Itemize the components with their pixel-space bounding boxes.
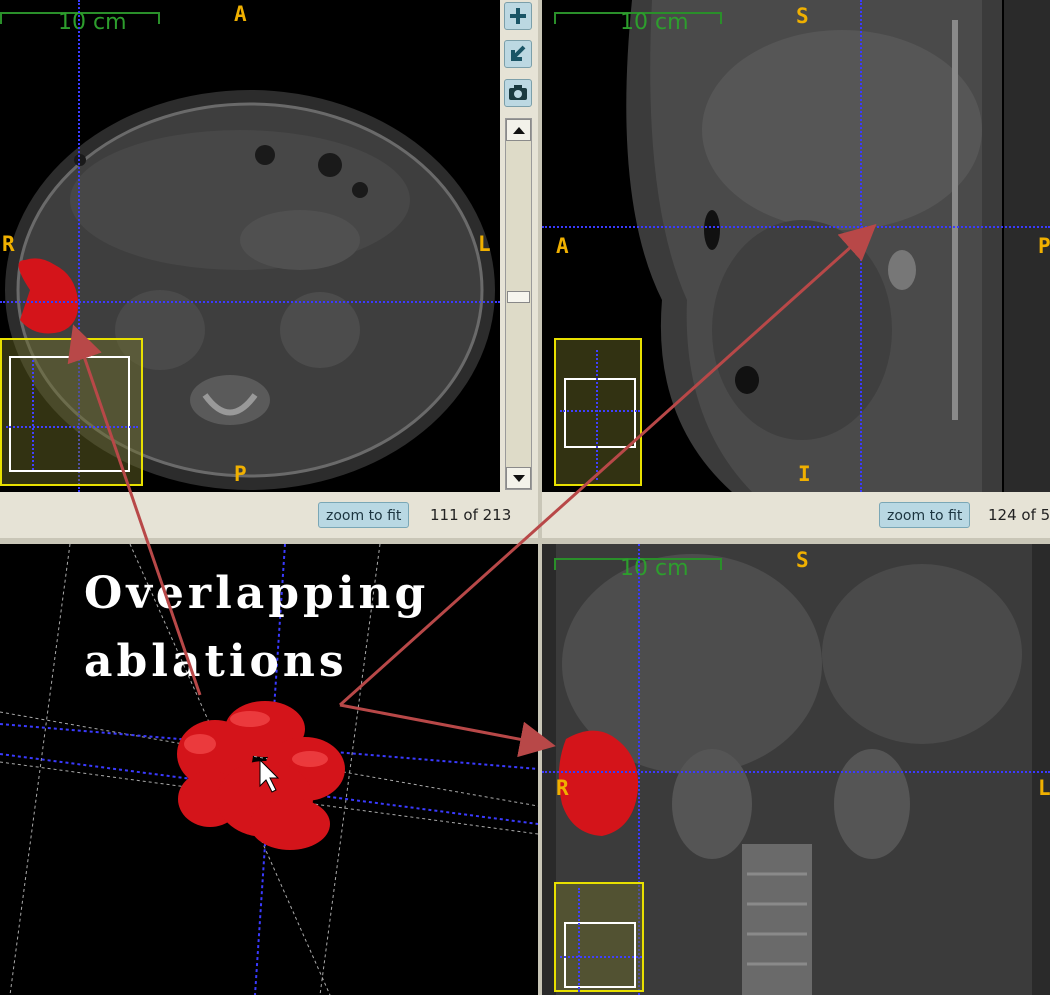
sagittal-zoom-to-fit-button[interactable]: zoom to fit: [879, 502, 971, 528]
coronal-locator-box: [564, 922, 636, 988]
sagittal-orient-right: P: [1038, 234, 1050, 258]
axial-orient-right: L: [478, 232, 491, 256]
coronal-viewer[interactable]: 10 cm S R L: [542, 544, 1050, 995]
sagittal-viewer[interactable]: 10 cm S A P I: [542, 0, 1050, 492]
axial-crosshair-horizontal: [0, 301, 500, 303]
axial-locator[interactable]: [0, 338, 143, 486]
coronal-orient-left: R: [556, 776, 569, 800]
axial-locator-hline: [6, 426, 138, 428]
coronal-crosshair-horizontal: [542, 771, 1050, 773]
sagittal-locator-hline: [560, 410, 640, 412]
sagittal-locator-vline: [596, 350, 598, 480]
annotation-line-2: ablations: [84, 636, 348, 687]
arrow-icon: [511, 45, 526, 61]
axial-orient-top: A: [234, 2, 247, 26]
axial-locator-vline: [32, 360, 34, 470]
scroll-down-button[interactable]: [506, 467, 531, 489]
screenshot-button[interactable]: [504, 79, 532, 107]
coronal-orient-top: S: [796, 548, 809, 572]
coronal-locator[interactable]: [554, 882, 644, 992]
coronal-scale-label: 10 cm: [620, 556, 689, 581]
axial-locator-box: [9, 356, 130, 472]
arrow-up-icon: [513, 127, 525, 134]
sagittal-crosshair-vertical: [860, 0, 862, 492]
coronal-locator-vline: [578, 888, 580, 992]
sagittal-orient-bottom: I: [798, 462, 811, 486]
axial-zoom-to-fit-button[interactable]: zoom to fit: [318, 502, 410, 528]
axial-viewer[interactable]: 10 cm A R L P: [0, 0, 500, 492]
plus-icon: [510, 8, 526, 24]
sagittal-scale-label: 10 cm: [620, 10, 689, 35]
3d-viewer[interactable]: Overlapping ablations: [0, 544, 538, 995]
sagittal-slice-counter: 124 of 5: [988, 506, 1050, 524]
axial-slice-counter: 111 of 213: [430, 506, 512, 524]
sagittal-orient-left: A: [556, 234, 569, 258]
axial-orient-left: R: [2, 232, 15, 256]
sagittal-orient-top: S: [796, 4, 809, 28]
sagittal-footer: [542, 492, 1050, 538]
sagittal-crosshair-horizontal: [542, 226, 1050, 228]
camera-icon: [509, 85, 527, 100]
scroll-up-button[interactable]: [506, 119, 531, 141]
zoom-in-button[interactable]: [504, 2, 532, 30]
sagittal-locator-box: [564, 378, 636, 448]
arrow-button[interactable]: [504, 40, 532, 68]
arrow-down-icon: [513, 475, 525, 482]
axial-slice-scrollbar[interactable]: [505, 118, 532, 490]
sagittal-locator[interactable]: [554, 338, 642, 486]
coronal-orient-right: L: [1038, 776, 1050, 800]
axial-scale-label: 10 cm: [58, 10, 127, 35]
coronal-locator-hline: [560, 956, 642, 958]
annotation-line-1: Overlapping: [84, 568, 430, 619]
scroll-thumb[interactable]: [507, 291, 530, 303]
axial-orient-bottom: P: [234, 462, 247, 486]
